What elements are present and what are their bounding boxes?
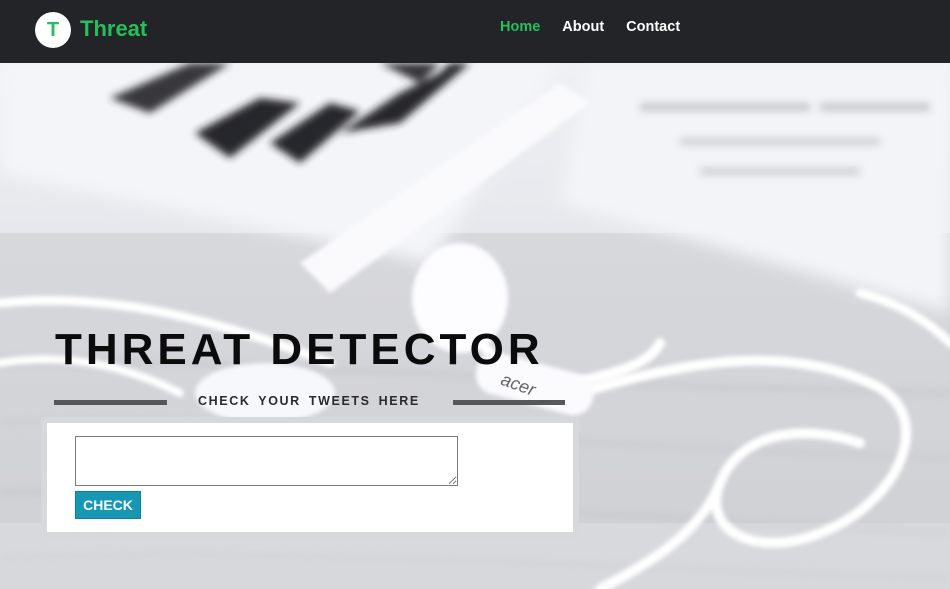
check-button[interactable]: CHECK bbox=[75, 491, 141, 519]
top-navbar: T Threat Home About Contact bbox=[0, 0, 950, 63]
subtitle-left-rule bbox=[54, 400, 167, 405]
subtitle: CHECK YOUR TWEETS HERE bbox=[198, 394, 420, 408]
nav-home-link[interactable]: Home bbox=[500, 18, 540, 36]
page-title: THREAT DETECTOR bbox=[55, 325, 544, 374]
subtitle-right-rule bbox=[453, 400, 565, 405]
tweet-input[interactable] bbox=[75, 436, 458, 486]
hero-section: acer THREAT DETECTOR CHECK YOUR TWEETS H… bbox=[0, 63, 950, 589]
nav-about-link[interactable]: About bbox=[562, 18, 604, 36]
brand-name[interactable]: Threat bbox=[80, 16, 147, 42]
main-nav: Home About Contact bbox=[500, 18, 680, 36]
tweet-form-panel: CHECK bbox=[41, 417, 579, 538]
logo-icon[interactable]: T bbox=[35, 12, 71, 48]
nav-contact-link[interactable]: Contact bbox=[626, 18, 680, 36]
